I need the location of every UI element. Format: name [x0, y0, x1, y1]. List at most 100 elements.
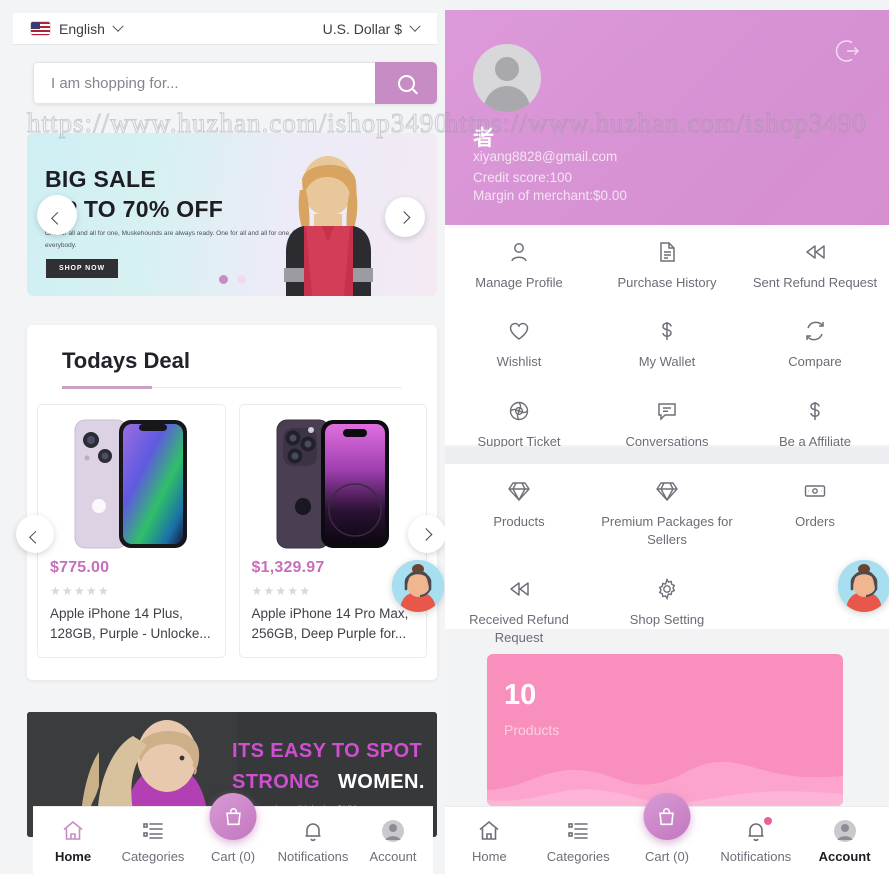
- menu-item-wishlist[interactable]: Wishlist: [445, 304, 593, 383]
- account-avatar-icon: [381, 819, 405, 843]
- merchant-margin: Margin of merchant:$0.00: [473, 188, 627, 203]
- account-screen-panel: 者 xiyang8828@gmail.com Credit score:100 …: [445, 0, 889, 874]
- home-screen-panel: English U.S. Dollar $ BIG SALE UP TO 70%…: [0, 0, 445, 874]
- diamond-icon: [654, 478, 680, 504]
- chevron-down-icon: [409, 20, 421, 32]
- menu-label: Sent Refund Request: [752, 275, 878, 290]
- nav-item-categories[interactable]: Categories: [113, 819, 193, 864]
- menu-label: Orders: [795, 514, 835, 529]
- nav-item-notifications[interactable]: Notifications: [273, 819, 353, 864]
- shopping-bag-icon[interactable]: [643, 793, 691, 840]
- default-avatar-icon[interactable]: [473, 44, 541, 112]
- deal-next-button[interactable]: [408, 515, 445, 553]
- menu-item-products[interactable]: Products: [445, 464, 593, 562]
- product-name: Apple iPhone 14 Pro Max, 256GB, Deep Pur…: [251, 606, 409, 641]
- top-utility-bar: English U.S. Dollar $: [13, 13, 437, 45]
- user-icon: [506, 239, 532, 265]
- hero-carousel[interactable]: BIG SALE UP TO 70% OFF One for all and a…: [27, 133, 437, 296]
- search-button[interactable]: [375, 62, 437, 104]
- menu-item-orders[interactable]: Orders: [741, 464, 889, 562]
- menu-item-compare[interactable]: Compare: [741, 304, 889, 383]
- heart-icon: [506, 318, 532, 344]
- product-carousel: $775.00 ★★★★★ Apple iPhone 14 Plus, 128G…: [37, 404, 427, 659]
- product-rating: ★★★★★: [251, 584, 312, 598]
- menu-row: Received Refund Request Shop Setting: [445, 562, 889, 660]
- user-email: xiyang8828@gmail.com: [473, 149, 618, 164]
- product-image: [38, 405, 225, 555]
- chevron-right-icon: [397, 210, 410, 224]
- menu-item-shop-setting[interactable]: Shop Setting: [593, 562, 741, 660]
- support-agent-icon[interactable]: [392, 560, 444, 612]
- menu-item-my-wallet[interactable]: My Wallet: [593, 304, 741, 383]
- nav-item-cart[interactable]: Cart (0): [193, 793, 273, 864]
- carousel-dot[interactable]: [236, 275, 246, 284]
- nav-label: Home: [54, 849, 92, 864]
- dollar-icon: [654, 318, 680, 344]
- seller-menu-grid: Products Premium Packages for Sellers Or…: [445, 464, 889, 645]
- shopping-bag-icon[interactable]: [209, 793, 257, 840]
- nav-item-notifications[interactable]: Notifications: [711, 817, 800, 864]
- deal-prev-button[interactable]: [16, 515, 54, 553]
- menu-label: Premium Packages for Sellers: [601, 514, 733, 548]
- menu-row: Wishlist My Wallet Compare: [445, 304, 889, 383]
- currency-selector[interactable]: U.S. Dollar $: [323, 20, 421, 37]
- search-input[interactable]: [33, 62, 375, 104]
- chevron-down-icon: [112, 20, 124, 32]
- language-selector[interactable]: English: [31, 20, 124, 37]
- chevron-left-icon: [50, 211, 64, 225]
- products-stat-card[interactable]: 10 Products: [487, 654, 843, 806]
- nav-label: Account: [818, 849, 871, 864]
- nav-item-account[interactable]: Account: [800, 819, 889, 864]
- menu-label: Manage Profile: [475, 275, 563, 290]
- logout-icon[interactable]: [835, 38, 861, 64]
- nav-item-home[interactable]: Home: [445, 819, 534, 864]
- product-rating: ★★★★★: [50, 584, 110, 598]
- lifebuoy-icon: [506, 398, 532, 424]
- nav-label: Account: [369, 849, 417, 864]
- profile-header: 者 xiyang8828@gmail.com Credit score:100 …: [445, 10, 889, 225]
- us-flag-icon: [31, 22, 50, 35]
- nav-item-cart[interactable]: Cart (0): [623, 793, 712, 864]
- menu-row: Manage Profile Purchase History Sent Ref…: [445, 225, 889, 304]
- menu-label: My Wallet: [638, 354, 696, 370]
- nav-item-account[interactable]: Account: [353, 819, 433, 864]
- bottom-navigation: Home Categories Cart (0) Notifications A…: [33, 793, 433, 874]
- bottom-navigation: Home Categories Cart (0) Notifications A…: [445, 793, 889, 874]
- hero-next-button[interactable]: [385, 197, 425, 237]
- nav-label: Notifications: [720, 849, 792, 864]
- notification-badge: [763, 817, 772, 825]
- bell-icon: [744, 817, 772, 843]
- language-label: English: [59, 20, 105, 37]
- hero-prev-button[interactable]: [37, 195, 77, 235]
- chevron-right-icon: [419, 527, 432, 541]
- carousel-dot[interactable]: [218, 275, 228, 284]
- gear-icon: [654, 576, 680, 602]
- menu-label: Shop Setting: [629, 611, 705, 627]
- menu-item-received-refund-request[interactable]: Received Refund Request: [445, 562, 593, 660]
- chat-icon: [654, 398, 680, 424]
- carousel-dots[interactable]: [27, 275, 437, 284]
- rewind-icon: [506, 576, 532, 602]
- list-icon: [141, 819, 165, 843]
- user-menu-grid: Manage Profile Purchase History Sent Ref…: [445, 225, 889, 449]
- nav-item-home[interactable]: Home: [33, 819, 113, 864]
- menu-item-purchase-history[interactable]: Purchase History: [593, 225, 741, 304]
- nav-item-categories[interactable]: Categories: [534, 819, 623, 864]
- refresh-icon: [802, 318, 828, 344]
- menu-item-sent-refund-request[interactable]: Sent Refund Request: [741, 225, 889, 304]
- nav-label: Categories: [546, 849, 610, 864]
- nav-label: Cart (0): [210, 849, 256, 864]
- section-underline: [62, 386, 402, 389]
- stat-label: Products: [504, 722, 560, 738]
- menu-label: Purchase History: [617, 275, 717, 290]
- bell-icon: [301, 819, 325, 843]
- menu-item-premium-packages[interactable]: Premium Packages for Sellers: [593, 464, 741, 562]
- list-icon: [566, 819, 590, 843]
- banknote-icon: [802, 478, 828, 504]
- product-name: Apple iPhone 14 Plus, 128GB, Purple - Un…: [50, 606, 211, 641]
- product-card[interactable]: $1,329.97 ★★★★★ Apple iPhone 14 Pro Max,…: [238, 404, 427, 659]
- support-agent-icon[interactable]: [838, 560, 889, 612]
- menu-item-manage-profile[interactable]: Manage Profile: [445, 225, 593, 304]
- product-card[interactable]: $775.00 ★★★★★ Apple iPhone 14 Plus, 128G…: [37, 404, 226, 659]
- menu-label: Compare: [788, 354, 842, 370]
